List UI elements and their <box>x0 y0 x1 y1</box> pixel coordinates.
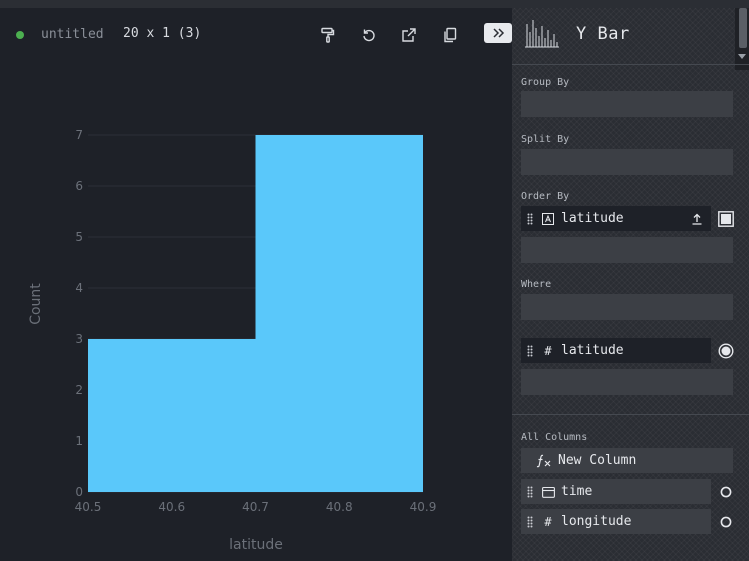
y-tick-label: 1 <box>75 434 83 448</box>
settings-panel: Y Bar Group By Split By Order By latitud… <box>512 8 749 561</box>
hash-icon: # <box>544 514 552 529</box>
histogram-chart: 0 1 2 3 4 5 6 7 40.5 40.6 40.7 40.8 40.9 Count lati… <box>28 128 437 553</box>
column-dropzone[interactable] <box>521 369 733 395</box>
drag-handle-icon[interactable] <box>527 516 535 528</box>
column-radio-icon[interactable] <box>718 514 734 530</box>
where-label: Where <box>521 279 552 290</box>
where-dropzone[interactable] <box>521 294 733 320</box>
order-by-label: Order By <box>521 191 570 202</box>
x-tick-label: 40.6 <box>158 500 185 514</box>
y-tick-label: 4 <box>75 281 83 295</box>
x-axis-label: latitude <box>229 537 283 553</box>
order-by-dropzone[interactable] <box>521 237 733 263</box>
plugin-name: Y Bar <box>576 24 630 44</box>
split-by-dropzone[interactable] <box>521 149 733 175</box>
x-tick-label: 40.8 <box>326 500 353 514</box>
divider <box>512 64 749 65</box>
scroll-down-arrow-icon[interactable] <box>738 54 746 59</box>
active-column-name: latitude <box>561 343 624 358</box>
histogram-bar[interactable] <box>255 135 424 492</box>
scrollbar-thumb[interactable] <box>739 8 747 48</box>
drag-handle-icon[interactable] <box>527 213 535 225</box>
y-axis-label: Count <box>28 283 44 325</box>
formula-icon <box>536 454 552 468</box>
divider <box>512 414 749 415</box>
y-tick-label: 6 <box>75 179 83 193</box>
y-axis-ticks: 0 1 2 3 4 5 6 7 <box>75 128 83 499</box>
y-tick-label: 2 <box>75 383 83 397</box>
calendar-icon <box>541 485 555 499</box>
collapse-panel-icon[interactable] <box>484 23 512 43</box>
drag-handle-icon[interactable] <box>527 486 535 498</box>
bar-chart-icon <box>525 20 559 48</box>
x-tick-label: 40.9 <box>410 500 437 514</box>
column-item-time[interactable]: time <box>521 479 711 504</box>
column-item-longitude[interactable]: # longitude <box>521 509 711 534</box>
view-title[interactable]: untitled <box>41 27 104 42</box>
drag-handle-icon[interactable] <box>527 345 535 357</box>
sort-ascending-icon[interactable] <box>691 213 703 225</box>
order-by-toggle-icon[interactable] <box>718 211 734 227</box>
main-view: untitled 20 x 1 (3) 0 1 2 3 4 5 6 7 40.5… <box>0 8 512 561</box>
column-name: longitude <box>561 514 632 529</box>
x-tick-label: 40.7 <box>242 500 269 514</box>
group-by-dropzone[interactable] <box>521 91 733 117</box>
order-by-column-pill[interactable]: latitude <box>521 206 711 231</box>
y-tick-label: 5 <box>75 230 83 244</box>
y-tick-label: 7 <box>75 128 83 142</box>
histogram-bar[interactable] <box>88 339 256 492</box>
active-column-pill[interactable]: # latitude <box>521 338 711 363</box>
plugin-selector[interactable]: Y Bar <box>512 8 735 62</box>
chart-bars <box>88 135 423 492</box>
export-icon[interactable] <box>398 24 420 46</box>
y-tick-label: 3 <box>75 332 83 346</box>
app-window: untitled 20 x 1 (3) 0 1 2 3 4 5 6 7 40.5… <box>0 8 749 561</box>
copy-icon[interactable] <box>439 24 461 46</box>
hash-icon: # <box>544 343 552 358</box>
x-tick-label: 40.5 <box>75 500 102 514</box>
active-column-radio-icon[interactable] <box>718 343 734 359</box>
column-name: time <box>561 484 593 499</box>
undo-icon[interactable] <box>358 24 380 46</box>
string-type-icon <box>541 212 555 226</box>
new-column-label: New Column <box>558 453 637 468</box>
y-tick-label: 0 <box>75 485 83 499</box>
status-indicator <box>16 31 24 39</box>
split-by-label: Split By <box>521 134 570 145</box>
order-by-column-name: latitude <box>561 211 624 226</box>
all-columns-label: All Columns <box>521 432 588 443</box>
group-by-label: Group By <box>521 77 570 88</box>
column-radio-icon[interactable] <box>718 484 734 500</box>
dimensions-readout: 20 x 1 (3) <box>123 26 202 41</box>
x-axis-ticks: 40.5 40.6 40.7 40.8 40.9 <box>75 500 437 514</box>
paint-roller-icon[interactable] <box>317 24 339 46</box>
new-column-button[interactable]: New Column <box>521 448 733 473</box>
